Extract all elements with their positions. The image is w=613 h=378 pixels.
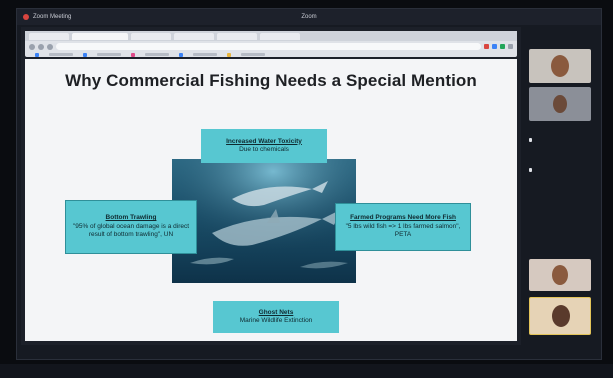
bookmark-item[interactable] xyxy=(97,53,121,56)
participant-name-block[interactable] xyxy=(529,167,595,172)
bookmark-item[interactable] xyxy=(241,53,265,56)
callout-heading: Farmed Programs Need More Fish xyxy=(350,214,456,222)
callout-heading: Bottom Trawling xyxy=(105,214,157,222)
slide-title: Why Commercial Fishing Needs a Special M… xyxy=(65,71,477,90)
participant-name-block[interactable] xyxy=(529,137,595,142)
avatar xyxy=(551,55,569,77)
avatar xyxy=(552,265,568,285)
participant-video-tile[interactable] xyxy=(529,259,591,291)
extension-icon[interactable] xyxy=(492,44,497,49)
browser-chrome xyxy=(25,31,517,57)
bookmark-item[interactable] xyxy=(49,53,73,56)
url-input[interactable] xyxy=(56,43,481,50)
participant-video-tile-active-speaker[interactable] xyxy=(529,297,591,335)
browser-addressbar xyxy=(29,42,513,51)
browser-tab[interactable] xyxy=(29,32,69,40)
callout-heading: Increased Water Toxicity xyxy=(226,137,302,145)
reload-icon[interactable] xyxy=(47,43,53,50)
mic-icon xyxy=(529,167,532,172)
window-center-title: Zoom xyxy=(301,14,317,20)
browser-tab[interactable] xyxy=(217,32,257,40)
extension-icon[interactable] xyxy=(500,44,505,49)
callout-heading: Ghost Nets xyxy=(258,308,294,316)
meeting-toolbar xyxy=(0,364,613,378)
callout-water-toxicity: Increased Water Toxicity Due to chemical… xyxy=(201,129,327,163)
bookmark-icon[interactable] xyxy=(35,52,39,57)
title-bar: Zoom Meeting Zoom xyxy=(17,9,601,25)
avatar xyxy=(552,305,570,327)
callout-text: Marine Wildlife Extinction xyxy=(239,317,313,324)
shared-screen: Why Commercial Fishing Needs a Special M… xyxy=(21,27,521,345)
extension-icon[interactable] xyxy=(484,44,489,49)
browser-tab-active[interactable] xyxy=(72,32,128,40)
browser-tab[interactable] xyxy=(174,32,214,40)
participant-video-tile[interactable] xyxy=(529,87,591,121)
browser-tab[interactable] xyxy=(260,32,300,40)
bookmark-icon[interactable] xyxy=(83,52,87,57)
browser-tab[interactable] xyxy=(131,32,171,40)
window-title: Zoom Meeting xyxy=(33,14,72,20)
presentation-slide: Why Commercial Fishing Needs a Special M… xyxy=(25,59,517,341)
browser-tabstrip xyxy=(25,31,517,41)
menu-icon[interactable] xyxy=(508,44,513,49)
callout-ghost-nets: Ghost Nets Marine Wildlife Extinction xyxy=(213,301,339,333)
bookmark-item[interactable] xyxy=(193,53,217,56)
bookmark-item[interactable] xyxy=(145,53,169,56)
callout-bottom-trawling: Bottom Trawling "95% of global ocean dam… xyxy=(65,200,197,254)
bookmark-icon[interactable] xyxy=(131,52,135,57)
callout-farmed-programs: Farmed Programs Need More Fish "5 lbs wi… xyxy=(335,203,471,251)
forward-icon[interactable] xyxy=(38,43,44,50)
callout-text: "5 lbs wild fish => 1 lbs farmed salmon"… xyxy=(345,222,461,239)
back-icon[interactable] xyxy=(29,43,35,50)
zoom-window: Zoom Meeting Zoom Why Commercial Fishing… xyxy=(16,8,602,360)
participant-video-tile[interactable] xyxy=(529,49,591,83)
record-icon xyxy=(23,14,29,20)
callout-text: Due to chemicals xyxy=(239,146,289,153)
participant-status xyxy=(529,167,595,172)
bookmark-icon[interactable] xyxy=(179,52,183,57)
bookmarks-bar xyxy=(29,52,513,57)
avatar xyxy=(553,95,567,113)
participant-status xyxy=(529,137,595,142)
monitor-frame: Zoom Meeting Zoom Why Commercial Fishing… xyxy=(0,0,613,378)
callout-text: "95% of global ocean damage is a direct … xyxy=(72,222,190,239)
fish-illustration xyxy=(172,159,356,283)
mic-icon xyxy=(529,137,532,142)
underwater-fish-photo xyxy=(172,159,356,283)
bookmark-icon[interactable] xyxy=(227,52,231,57)
participants-panel xyxy=(525,27,599,345)
